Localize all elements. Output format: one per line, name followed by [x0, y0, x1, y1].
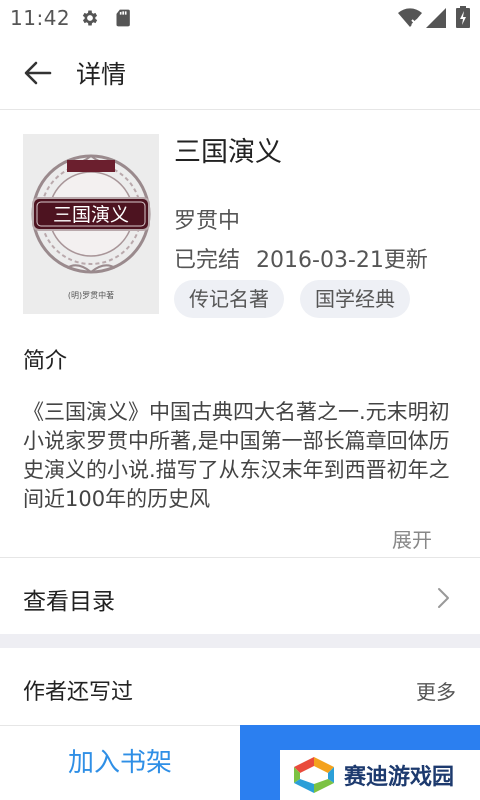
intro-text: 《三国演义》中国古典四大名著之一.元末明初小说家罗贯中所著,是中国第一部长篇章回…	[23, 400, 450, 511]
catalog-label: 查看目录	[23, 589, 115, 615]
completion-status: 已完结	[174, 248, 241, 273]
status-bar: 11:42	[0, 0, 480, 36]
watermark: 赛迪游戏园	[280, 750, 480, 800]
gear-icon	[82, 10, 98, 26]
wifi-icon	[398, 8, 422, 27]
more-link[interactable]: 更多	[416, 676, 456, 705]
page-title: 详情	[76, 60, 127, 89]
chevron-right-icon	[438, 588, 449, 608]
watermark-logo-icon	[294, 757, 334, 793]
status-time: 11:42	[10, 6, 71, 30]
book-cover: 三国演义 (明)罗贯中著	[23, 134, 159, 314]
book-status: 已完结 2016-03-21更新	[174, 242, 428, 274]
cover-title-text: 三国演义	[53, 204, 129, 226]
book-title: 三国演义	[174, 137, 282, 168]
section-divider	[0, 634, 480, 648]
expand-button[interactable]: 展开	[392, 524, 432, 553]
tag-chip[interactable]: 国学经典	[300, 280, 410, 318]
app-bar: 详情	[0, 36, 480, 110]
intro-heading: 简介	[23, 349, 68, 374]
battery-icon	[456, 6, 470, 28]
book-author[interactable]: 罗贯中	[174, 203, 240, 235]
update-date: 2016-03-21更新	[256, 248, 428, 273]
add-to-shelf-button[interactable]: 加入书架	[0, 725, 240, 800]
view-catalog-row[interactable]: 查看目录	[0, 558, 480, 634]
book-cover-image: 三国演义 (明)罗贯中著	[23, 134, 159, 314]
cover-author-text: (明)罗贯中著	[68, 290, 114, 300]
author-also-wrote-title: 作者还写过	[23, 680, 134, 705]
sd-card-icon	[116, 9, 130, 27]
signal-icon	[426, 8, 446, 28]
watermark-text: 赛迪游戏园	[344, 765, 455, 790]
arrow-left-icon[interactable]	[22, 57, 54, 89]
tag-chip[interactable]: 传记名著	[174, 280, 284, 318]
tag-list: 传记名著 国学经典	[174, 280, 426, 318]
